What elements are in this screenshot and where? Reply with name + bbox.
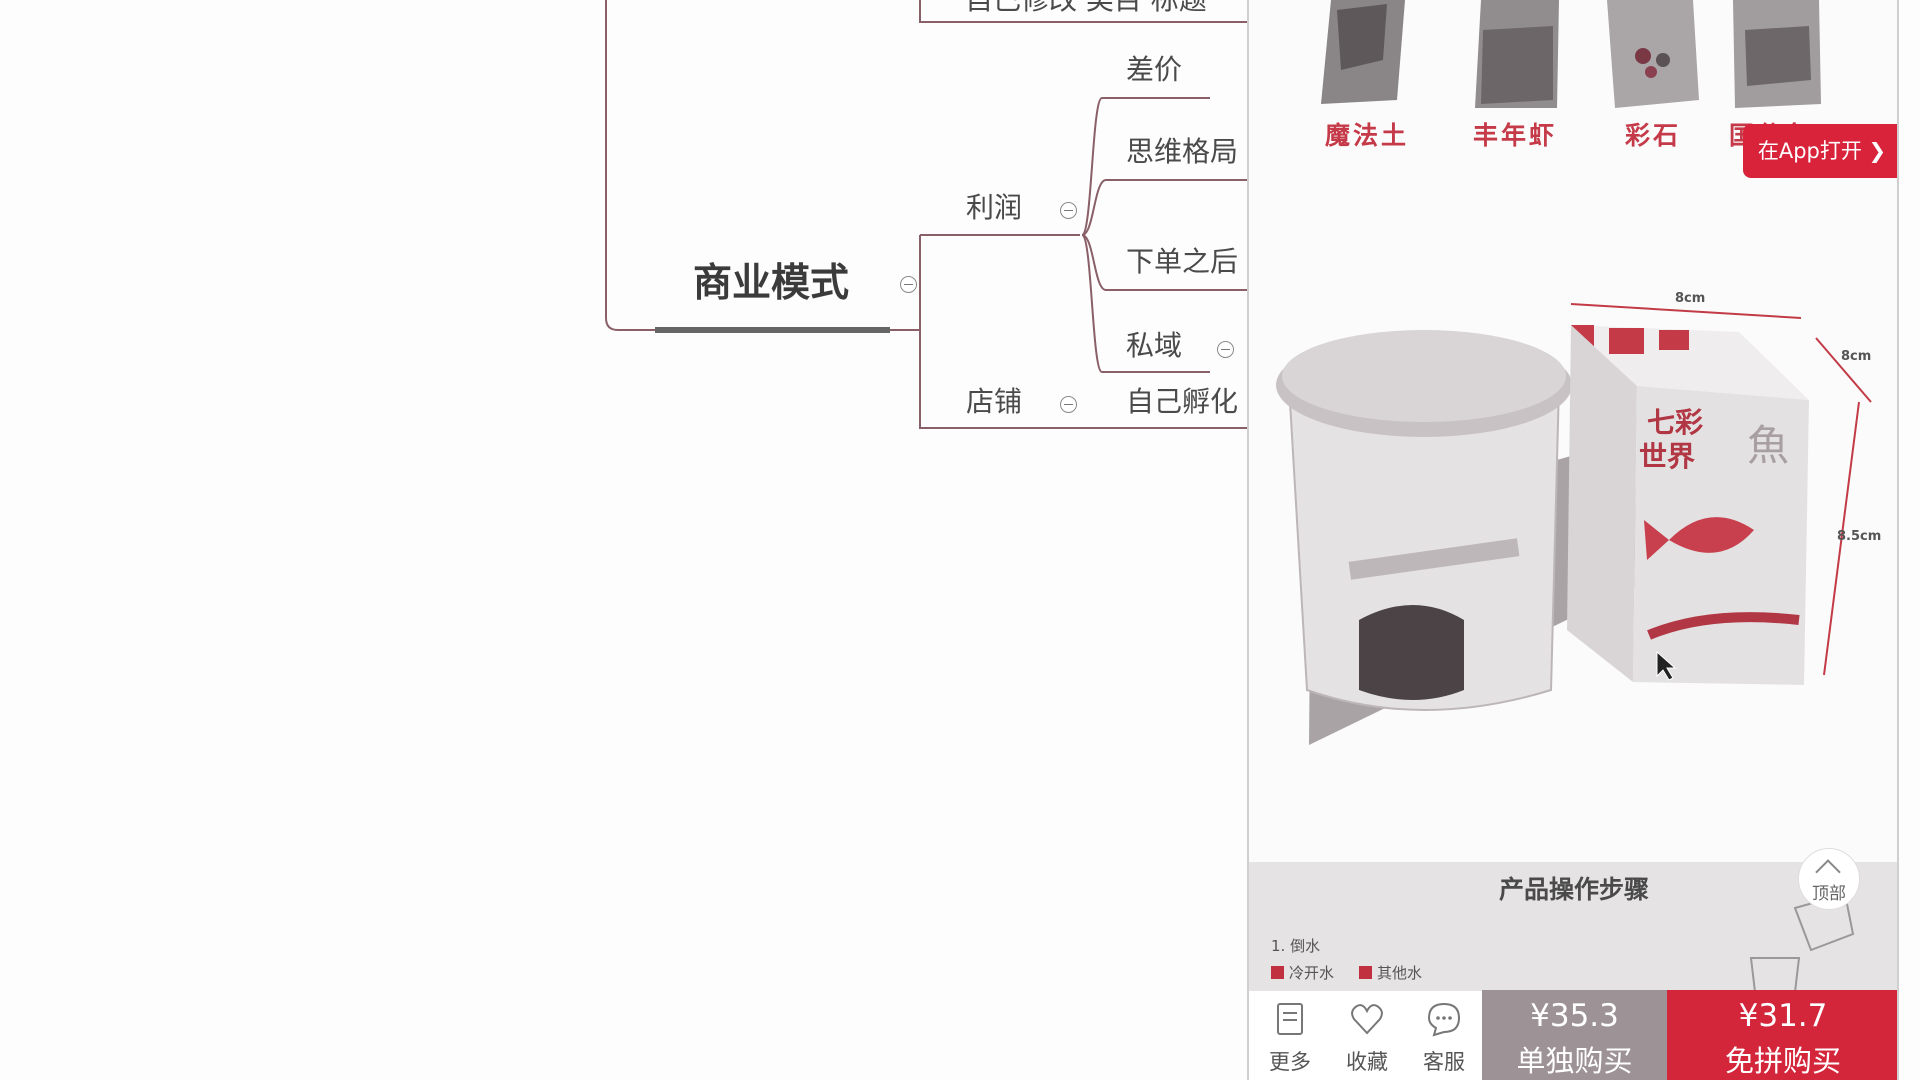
fish-packet-image bbox=[1733, 0, 1821, 108]
back-to-top-label: 顶部 bbox=[1812, 884, 1846, 904]
dimension-width: 8cm bbox=[1675, 291, 1705, 306]
mindmap-node-top-cut[interactable]: 自己修改 类目 标题 bbox=[965, 0, 1207, 14]
buy-alone-button[interactable]: ¥35.3 单独购买 bbox=[1482, 990, 1667, 1080]
chat-bubble-icon bbox=[1427, 1002, 1461, 1037]
favorite-label: 收藏 bbox=[1346, 1050, 1388, 1074]
mindmap-connectors bbox=[605, 0, 1248, 429]
root-collapse-icon[interactable] bbox=[900, 276, 917, 293]
step-option-other-water: 其他水 bbox=[1359, 962, 1422, 983]
box-text-world: 世界 bbox=[1639, 440, 1695, 473]
mobile-product-page: 魔法土 丰年虾 彩石 国仕鱼 在App打开 ❯ 七彩 世界 魚 8cm 8cm … bbox=[1247, 0, 1899, 1080]
open-in-app-button[interactable]: 在App打开 ❯ bbox=[1743, 124, 1897, 178]
mindmap-root-node[interactable]: 商业模式 bbox=[693, 264, 849, 303]
more-label: 更多 bbox=[1269, 1050, 1311, 1074]
back-to-top-button[interactable]: 顶部 bbox=[1798, 848, 1860, 910]
mindmap-node-after-order[interactable]: 下单之后 bbox=[1126, 248, 1238, 276]
soil-packet-image bbox=[1321, 0, 1405, 104]
mindmap-node-private-domain[interactable]: 私域 bbox=[1126, 332, 1182, 360]
mindmap-node-profit[interactable]: 利润 bbox=[966, 194, 1022, 222]
shrimp-packet-image bbox=[1475, 0, 1559, 108]
mindmap-node-price-diff[interactable]: 差价 bbox=[1126, 56, 1182, 84]
dimension-depth: 8cm bbox=[1841, 349, 1871, 364]
heart-icon bbox=[1351, 1004, 1383, 1035]
mindmap-node-store[interactable]: 店铺 bbox=[966, 388, 1022, 416]
no-group-buy-button[interactable]: ¥31.7 免拼购买 bbox=[1667, 990, 1897, 1080]
group-price: ¥31.7 bbox=[1738, 998, 1828, 1034]
step-option-cold-water-label: 冷开水 bbox=[1289, 964, 1335, 982]
step-option-cold-water: 冷开水 bbox=[1271, 962, 1334, 983]
step-1-text: 1. 倒水 bbox=[1271, 937, 1321, 955]
private-domain-collapse-icon[interactable] bbox=[1217, 341, 1234, 358]
mindmap-node-mindset[interactable]: 思维格局 bbox=[1126, 138, 1238, 166]
no-group-buy-label: 免拼购买 bbox=[1724, 1044, 1841, 1078]
dimension-height: 8.5cm bbox=[1837, 529, 1881, 544]
more-icon bbox=[1277, 1003, 1303, 1035]
stone-packet-image bbox=[1607, 0, 1699, 108]
mindmap-canvas[interactable]: 自己修改 类目 标题 商业模式 利润 差价 思维格局 下单之后 私域 店铺 自己… bbox=[0, 0, 1248, 1080]
box-text-colorful: 七彩 bbox=[1647, 406, 1703, 439]
customer-service-button[interactable]: 客服 bbox=[1406, 991, 1482, 1080]
thumb-label-soil: 魔法土 bbox=[1325, 121, 1410, 150]
thumb-label-stone: 彩石 bbox=[1625, 121, 1682, 150]
product-main-image: 七彩 世界 魚 8cm 8cm 8.5cm bbox=[1276, 291, 1881, 745]
buy-alone-label: 单独购买 bbox=[1516, 1044, 1633, 1078]
customer-service-label: 客服 bbox=[1423, 1050, 1465, 1074]
store-collapse-icon[interactable] bbox=[1060, 396, 1077, 413]
profit-collapse-icon[interactable] bbox=[1060, 202, 1077, 219]
thumb-label-shrimp: 丰年虾 bbox=[1473, 121, 1558, 150]
step-option-other-water-label: 其他水 bbox=[1377, 964, 1423, 982]
favorite-button[interactable]: 收藏 bbox=[1329, 991, 1405, 1080]
box-text-fish: 魚 bbox=[1747, 421, 1789, 470]
more-button[interactable]: 更多 bbox=[1252, 991, 1328, 1080]
single-price: ¥35.3 bbox=[1530, 998, 1619, 1034]
mindmap-node-self-incubate[interactable]: 自己孵化 bbox=[1126, 388, 1238, 416]
